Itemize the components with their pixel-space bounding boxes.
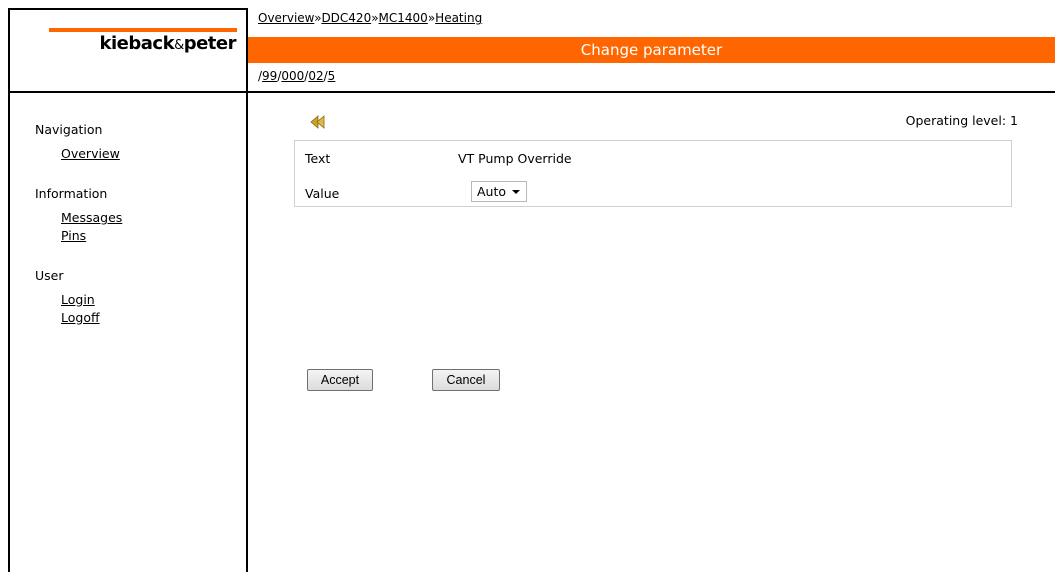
logo-text: kieback&peter — [99, 33, 237, 54]
logo-text-right: peter — [183, 33, 237, 54]
sidebar-heading-information: Information — [35, 186, 108, 201]
value-label: Value — [305, 186, 340, 201]
sidebar-link-pins[interactable]: Pins — [35, 227, 235, 245]
back-arrow-icon[interactable] — [309, 115, 327, 129]
breadcrumb: Overview»DDC420»MC1400»Heating — [258, 11, 482, 25]
path-segment-5[interactable]: 5 — [328, 69, 336, 83]
page-title: Change parameter — [580, 41, 723, 59]
cancel-button[interactable]: Cancel — [432, 369, 500, 391]
sidebar-link-overview[interactable]: Overview — [35, 145, 235, 163]
text-value: VT Pump Override — [458, 151, 572, 166]
sidebar-heading-user: User — [35, 268, 64, 283]
text-label: Text — [305, 151, 331, 166]
sidebar-group-navigation: Navigation Overview — [35, 121, 235, 163]
sidebar-link-logoff[interactable]: Logoff — [35, 309, 235, 327]
chevron-down-icon — [512, 190, 520, 194]
sidebar-link-login[interactable]: Login — [35, 291, 235, 309]
accept-button[interactable]: Accept — [307, 369, 373, 391]
parameter-path: /99/000/02/5 — [258, 69, 335, 83]
sidebar: Navigation Overview Information Messages… — [35, 121, 235, 349]
operating-level: Operating level: 1 — [905, 113, 1018, 128]
breadcrumb-ddc420[interactable]: DDC420 — [321, 11, 371, 25]
sidebar-group-user: User Login Logoff — [35, 267, 235, 327]
logo-text-left: kieback — [99, 33, 175, 54]
sidebar-heading-navigation: Navigation — [35, 122, 103, 137]
back-arrow-icon-graphic — [310, 115, 325, 129]
breadcrumb-heating[interactable]: Heating — [435, 11, 482, 25]
page-title-bar: Change parameter — [248, 37, 1055, 63]
sidebar-link-messages[interactable]: Messages — [35, 209, 235, 227]
breadcrumb-separator: » — [371, 11, 379, 25]
sidebar-group-information: Information Messages Pins — [35, 185, 235, 245]
parameter-panel: Text VT Pump Override Value Auto — [294, 140, 1012, 207]
logo: kieback&peter — [9, 9, 246, 91]
path-segment-99[interactable]: 99 — [262, 69, 277, 83]
path-segment-02[interactable]: 02 — [308, 69, 323, 83]
value-select[interactable]: Auto — [471, 181, 527, 202]
logo-text-amp: & — [174, 38, 184, 53]
frame-header-divider — [8, 91, 1055, 93]
value-select-selected: Auto — [477, 184, 507, 199]
breadcrumb-mc1400[interactable]: MC1400 — [379, 11, 428, 25]
path-segment-000[interactable]: 000 — [281, 69, 304, 83]
breadcrumb-overview[interactable]: Overview — [258, 11, 314, 25]
logo-accent-bar — [49, 28, 237, 32]
